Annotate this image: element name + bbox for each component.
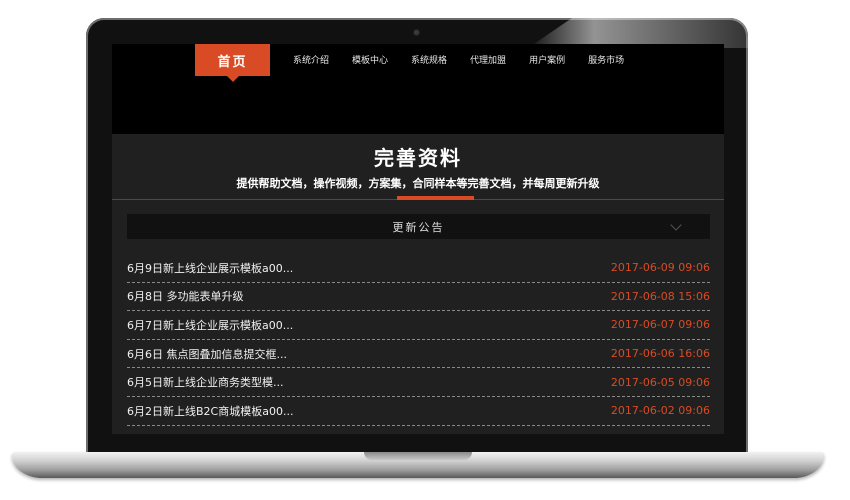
notice-title[interactable]: 6月6日 焦点图叠加信息提交框... (127, 346, 287, 362)
notice-title[interactable]: 6月7日新上线企业展示模板a00... (127, 317, 293, 333)
nav-home[interactable]: 首页 (195, 44, 270, 82)
notice-header-label: 更新公告 (392, 220, 445, 234)
notice-date: 2017-06-06 16:06 (610, 347, 710, 361)
notice-list: 6月9日新上线企业展示模板a00... 2017-06-09 09:06 6月8… (127, 254, 710, 426)
notice-title[interactable]: 6月5日新上线企业商务类型模... (127, 374, 284, 390)
nav-home-pointer (227, 76, 239, 82)
camera-icon (414, 30, 419, 35)
list-item[interactable]: 6月6日 焦点图叠加信息提交框... 2017-06-06 16:06 (127, 340, 710, 369)
screen: 首页 系统介绍 模板中心 系统规格 代理加盟 用户案例 服务市场 完善资料 提供… (112, 44, 724, 434)
laptop-notch (364, 452, 472, 460)
nav-item-user-cases[interactable]: 用户案例 (529, 44, 565, 76)
chevron-down-icon (670, 219, 682, 231)
nav-item-template-center[interactable]: 模板中心 (352, 44, 388, 76)
notice-header[interactable]: 更新公告 (127, 214, 710, 239)
nav-item-service-market[interactable]: 服务市场 (588, 44, 624, 76)
nav-home-label: 首页 (217, 54, 248, 70)
notice-date: 2017-06-08 15:06 (610, 289, 710, 303)
top-navbar: 首页 系统介绍 模板中心 系统规格 代理加盟 用户案例 服务市场 (112, 44, 724, 134)
notice-title[interactable]: 6月2日新上线B2C商城模板a00... (127, 403, 293, 419)
section-subtitle: 提供帮助文档，操作视频，方案集，合同样本等完善文档，并每周更新升级 (236, 177, 600, 190)
content-section: 完善资料 提供帮助文档，操作视频，方案集，合同样本等完善文档，并每周更新升级 更… (112, 134, 724, 434)
nav-item-agent-join[interactable]: 代理加盟 (470, 44, 506, 76)
list-item[interactable]: 6月9日新上线企业展示模板a00... 2017-06-09 09:06 (127, 254, 710, 283)
notice-title[interactable]: 6月8日 多功能表单升级 (127, 288, 244, 304)
main-nav: 首页 系统介绍 模板中心 系统规格 代理加盟 用户案例 服务市场 (195, 44, 624, 82)
list-item[interactable]: 6月2日新上线B2C商城模板a00... 2017-06-02 09:06 (127, 397, 710, 426)
nav-item-system-spec[interactable]: 系统规格 (411, 44, 447, 76)
section-accent-bar (397, 196, 474, 200)
list-item[interactable]: 6月5日新上线企业商务类型模... 2017-06-05 09:06 (127, 368, 710, 397)
notice-date: 2017-06-09 09:06 (610, 261, 710, 275)
laptop-mockup: 首页 系统介绍 模板中心 系统规格 代理加盟 用户案例 服务市场 完善资料 提供… (0, 0, 850, 500)
nav-item-system-intro[interactable]: 系统介绍 (293, 44, 329, 76)
notice-date: 2017-06-07 09:06 (610, 318, 710, 332)
notice-date: 2017-06-02 09:06 (610, 404, 710, 418)
notice-title[interactable]: 6月9日新上线企业展示模板a00... (127, 260, 293, 276)
list-item[interactable]: 6月7日新上线企业展示模板a00... 2017-06-07 09:06 (127, 311, 710, 340)
section-title: 完善资料 (374, 146, 462, 170)
notice-date: 2017-06-05 09:06 (610, 375, 710, 389)
list-item[interactable]: 6月8日 多功能表单升级 2017-06-08 15:06 (127, 283, 710, 312)
